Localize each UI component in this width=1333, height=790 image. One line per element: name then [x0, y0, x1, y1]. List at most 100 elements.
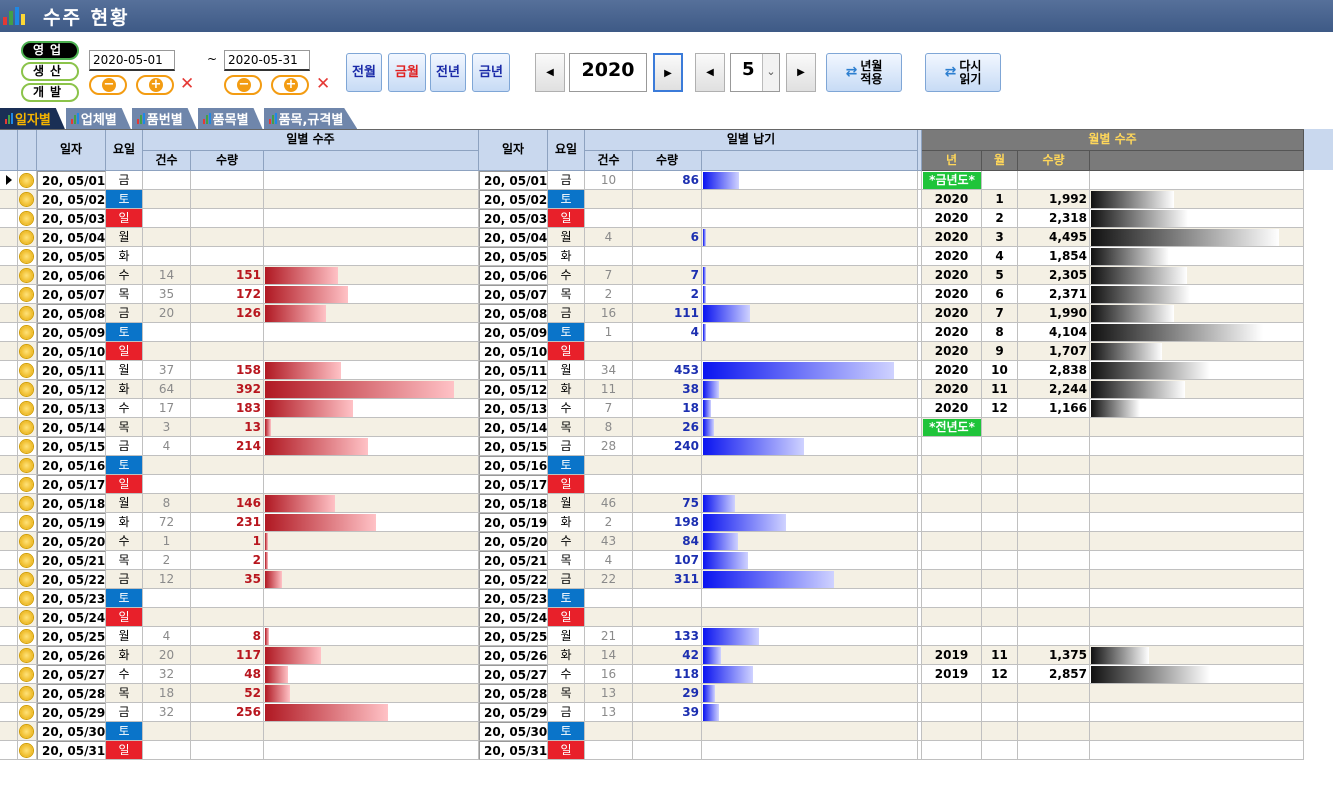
table-row[interactable]: 20, 05/14 목 3 13 20, 05/14 목 8 26 *전년도*	[0, 418, 1304, 437]
delivery-day-cell[interactable]: 수	[548, 665, 585, 684]
delivery-date-cell[interactable]: 20, 05/09	[479, 323, 548, 342]
order-qty-cell[interactable]	[191, 475, 264, 494]
order-date-cell[interactable]: 20, 05/25	[37, 627, 106, 646]
delivery-day-cell[interactable]: 토	[548, 323, 585, 342]
delivery-count-cell[interactable]: 1	[585, 323, 633, 342]
delivery-date-cell[interactable]: 20, 05/22	[479, 570, 548, 589]
order-date-cell[interactable]: 20, 05/20	[37, 532, 106, 551]
order-count-cell[interactable]: 35	[143, 285, 191, 304]
delivery-count-cell[interactable]	[585, 456, 633, 475]
delivery-day-cell[interactable]: 일	[548, 475, 585, 494]
table-row[interactable]: 20, 05/09 토 20, 05/09 토 1 4 2020 8 4,104	[0, 323, 1304, 342]
from-minus-button[interactable]: −	[89, 75, 127, 95]
order-count-cell[interactable]: 64	[143, 380, 191, 399]
order-qty-cell[interactable]	[191, 456, 264, 475]
monthly-month-cell[interactable]	[982, 608, 1018, 627]
delivery-date-cell[interactable]: 20, 05/07	[479, 285, 548, 304]
monthly-month-cell[interactable]: 10	[982, 361, 1018, 380]
monthly-year-cell[interactable]: 2019	[922, 665, 982, 684]
delivery-day-cell[interactable]: 월	[548, 228, 585, 247]
delivery-date-cell[interactable]: 20, 05/25	[479, 627, 548, 646]
delivery-qty-cell[interactable]	[633, 209, 702, 228]
delivery-count-cell[interactable]: 11	[585, 380, 633, 399]
delivery-day-cell[interactable]: 월	[548, 361, 585, 380]
delivery-day-cell[interactable]: 수	[548, 399, 585, 418]
monthly-year-cell[interactable]	[922, 703, 982, 722]
prev-month-button[interactable]: 전월	[346, 53, 382, 92]
table-row[interactable]: 20, 05/27 수 32 48 20, 05/27 수 16 118 2019 12 2,857	[0, 665, 1304, 684]
monthly-month-cell[interactable]: 12	[982, 665, 1018, 684]
monthly-qty-cell[interactable]: 1,707	[1018, 342, 1090, 361]
monthly-month-cell[interactable]: 7	[982, 304, 1018, 323]
order-day-cell[interactable]: 수	[106, 399, 143, 418]
monthly-year-cell[interactable]	[922, 513, 982, 532]
delivery-count-cell[interactable]: 7	[585, 399, 633, 418]
delivery-day-cell[interactable]: 금	[548, 570, 585, 589]
table-row[interactable]: 20, 05/04 월 20, 05/04 월 4 6 2020 3 4,495	[0, 228, 1304, 247]
monthly-month-cell[interactable]	[982, 437, 1018, 456]
delivery-date-cell[interactable]: 20, 05/21	[479, 551, 548, 570]
delivery-date-cell[interactable]: 20, 05/27	[479, 665, 548, 684]
monthly-month-cell[interactable]	[982, 171, 1018, 190]
delivery-count-cell[interactable]: 8	[585, 418, 633, 437]
delivery-day-cell[interactable]: 목	[548, 418, 585, 437]
order-date-cell[interactable]: 20, 05/30	[37, 722, 106, 741]
monthly-month-cell[interactable]: 3	[982, 228, 1018, 247]
monthly-qty-cell[interactable]	[1018, 456, 1090, 475]
order-qty-cell[interactable]	[191, 722, 264, 741]
order-day-cell[interactable]: 토	[106, 323, 143, 342]
monthly-qty-cell[interactable]	[1018, 437, 1090, 456]
order-qty-cell[interactable]: 183	[191, 399, 264, 418]
order-date-cell[interactable]: 20, 05/19	[37, 513, 106, 532]
dept-sales-button[interactable]: 영업	[21, 41, 79, 60]
order-qty-cell[interactable]: 172	[191, 285, 264, 304]
delivery-count-cell[interactable]: 2	[585, 513, 633, 532]
delivery-day-cell[interactable]: 화	[548, 247, 585, 266]
order-day-cell[interactable]: 금	[106, 304, 143, 323]
monthly-qty-cell[interactable]	[1018, 475, 1090, 494]
order-count-cell[interactable]: 1	[143, 532, 191, 551]
year-next-button[interactable]: ▶	[653, 53, 683, 92]
monthly-qty-cell[interactable]	[1018, 418, 1090, 437]
table-row[interactable]: 20, 05/30 토 20, 05/30 토	[0, 722, 1304, 741]
monthly-year-cell[interactable]: 2020	[922, 285, 982, 304]
monthly-qty-cell[interactable]: 2,318	[1018, 209, 1090, 228]
delivery-day-cell[interactable]: 화	[548, 380, 585, 399]
monthly-year-cell[interactable]	[922, 627, 982, 646]
order-qty-cell[interactable]	[191, 228, 264, 247]
order-day-cell[interactable]: 화	[106, 646, 143, 665]
monthly-month-cell[interactable]: 5	[982, 266, 1018, 285]
monthly-qty-cell[interactable]	[1018, 171, 1090, 190]
order-date-cell[interactable]: 20, 05/10	[37, 342, 106, 361]
table-row[interactable]: 20, 05/24 일 20, 05/24 일	[0, 608, 1304, 627]
delivery-count-cell[interactable]: 7	[585, 266, 633, 285]
delivery-count-cell[interactable]	[585, 209, 633, 228]
order-count-cell[interactable]: 3	[143, 418, 191, 437]
table-row[interactable]: 20, 05/31 일 20, 05/31 일	[0, 741, 1304, 760]
order-date-cell[interactable]: 20, 05/23	[37, 589, 106, 608]
monthly-qty-cell[interactable]: 2,371	[1018, 285, 1090, 304]
monthly-year-cell[interactable]	[922, 494, 982, 513]
delivery-qty-cell[interactable]	[633, 475, 702, 494]
delivery-count-cell[interactable]: 4	[585, 228, 633, 247]
delivery-date-cell[interactable]: 20, 05/16	[479, 456, 548, 475]
order-day-cell[interactable]: 토	[106, 722, 143, 741]
to-minus-button[interactable]: −	[224, 75, 262, 95]
chevron-down-icon[interactable]: ⌄	[762, 54, 779, 91]
monthly-month-cell[interactable]	[982, 513, 1018, 532]
monthly-month-cell[interactable]	[982, 532, 1018, 551]
delivery-count-cell[interactable]: 10	[585, 171, 633, 190]
order-qty-cell[interactable]	[191, 342, 264, 361]
delivery-day-cell[interactable]: 일	[548, 741, 585, 760]
order-day-cell[interactable]: 수	[106, 665, 143, 684]
delivery-day-cell[interactable]: 일	[548, 209, 585, 228]
monthly-month-cell[interactable]: 11	[982, 646, 1018, 665]
monthly-qty-cell[interactable]: 1,992	[1018, 190, 1090, 209]
order-day-cell[interactable]: 월	[106, 627, 143, 646]
monthly-year-cell[interactable]	[922, 532, 982, 551]
order-day-cell[interactable]: 화	[106, 380, 143, 399]
order-count-cell[interactable]	[143, 247, 191, 266]
delivery-date-cell[interactable]: 20, 05/26	[479, 646, 548, 665]
monthly-month-cell[interactable]: 11	[982, 380, 1018, 399]
order-day-cell[interactable]: 금	[106, 570, 143, 589]
